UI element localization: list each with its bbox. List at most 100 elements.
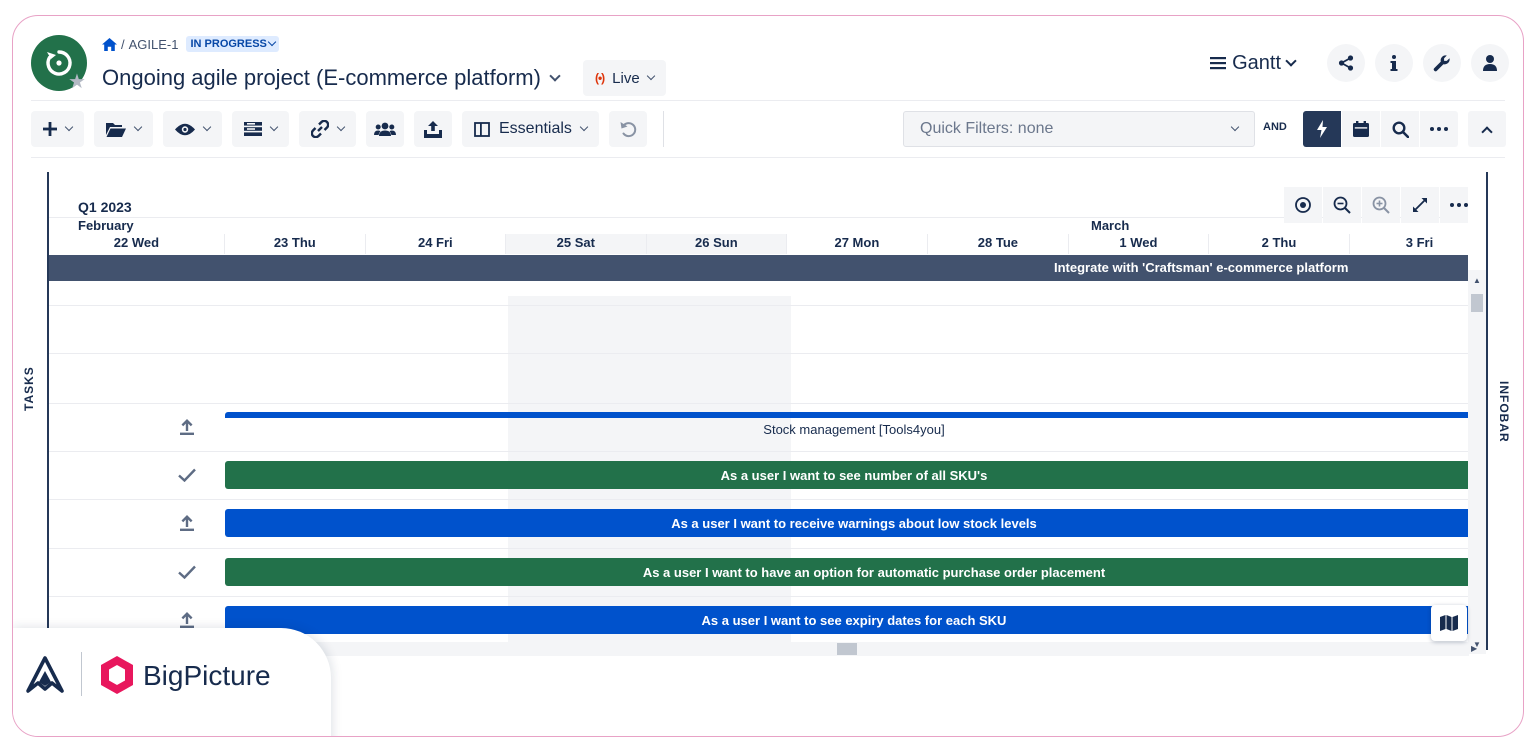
app-frame: ★ / AGILE-1 IN PROGRESS Ongoing agile pr… — [12, 15, 1524, 737]
task-bar-label: As a user I want to receive warnings abo… — [671, 516, 1037, 531]
live-mode-button[interactable]: (•) Live — [582, 60, 666, 96]
visibility-button[interactable] — [163, 111, 222, 147]
scroll-up-arrow-icon[interactable]: ▲ — [1473, 276, 1481, 285]
favorite-star-icon[interactable]: ★ — [66, 71, 88, 93]
row-divider — [49, 353, 1468, 354]
row-divider — [49, 305, 1468, 306]
scrollbar-thumb[interactable] — [837, 643, 857, 655]
minimap-button[interactable] — [1431, 605, 1467, 641]
row-divider — [49, 499, 1468, 500]
scroll-to-today-button[interactable] — [1284, 187, 1322, 223]
more-options-button[interactable] — [1420, 111, 1458, 147]
chevron-down-icon — [646, 71, 655, 81]
task-bar[interactable]: As a user I want to see number of all SK… — [225, 461, 1468, 489]
chevron-down-icon — [1285, 55, 1297, 67]
chevron-down-icon — [269, 122, 279, 132]
undo-button[interactable] — [608, 111, 647, 147]
appfire-logo-icon — [26, 656, 64, 693]
row-type-icon — [177, 513, 197, 533]
zoom-in-icon — [1372, 196, 1390, 214]
rows-icon — [244, 122, 262, 136]
arrow-up-icon — [180, 419, 194, 435]
infobar-panel-toggle[interactable]: INFOBAR — [1497, 381, 1511, 443]
header-actions: Gantt — [1210, 44, 1509, 82]
scrollbar-thumb[interactable] — [1471, 294, 1483, 312]
task-bar[interactable]: As a user I want to see expiry dates for… — [225, 606, 1468, 634]
calendar-button[interactable] — [1342, 111, 1380, 147]
timeline-day: 3 Fri — [1348, 234, 1468, 254]
view-preset-button[interactable]: Essentials — [462, 111, 599, 147]
collapse-header-button[interactable] — [1468, 111, 1506, 147]
quick-filters-select[interactable]: Quick Filters: none — [903, 111, 1255, 147]
timeline-days: 22 Wed 23 Thu 24 Fri 25 Sat 26 Sun 27 Mo… — [49, 234, 1468, 254]
header-divider — [31, 100, 1505, 101]
search-button[interactable] — [1381, 111, 1419, 147]
export-button[interactable] — [414, 111, 452, 147]
undo-icon — [620, 122, 637, 138]
tasks-panel-toggle[interactable]: TASKS — [22, 366, 36, 411]
task-bar[interactable]: As a user I want to receive warnings abo… — [225, 509, 1468, 537]
summary-task-bar[interactable]: Integrate with 'Craftsman' e-commerce pl… — [49, 255, 1468, 281]
chevron-down-icon — [336, 122, 346, 132]
filter-and-toggle[interactable]: AND — [1263, 121, 1287, 133]
zoom-tools — [1284, 187, 1468, 223]
more-horizontal-icon — [1450, 203, 1468, 207]
share-button[interactable] — [1327, 44, 1365, 82]
timeline-day: 25 Sat — [504, 234, 646, 254]
row-divider — [49, 548, 1468, 549]
horizontal-scrollbar[interactable]: ▶ — [303, 642, 1477, 656]
chevron-down-icon — [1230, 122, 1240, 132]
breadcrumb-issue-key[interactable]: AGILE-1 — [129, 37, 179, 52]
gantt-more-button[interactable] — [1440, 187, 1468, 223]
info-icon — [1390, 55, 1398, 71]
timeline-day: 22 Wed — [113, 235, 160, 250]
timeline-day: 28 Tue — [926, 234, 1068, 254]
task-bar[interactable]: As a user I want to have an option for a… — [225, 558, 1468, 586]
row-type-icon — [177, 610, 197, 630]
task-bar-label: As a user I want to have an option for a… — [642, 565, 1106, 580]
breadcrumb: / AGILE-1 IN PROGRESS — [102, 36, 279, 52]
row-type-icon — [177, 562, 197, 582]
epic-task-bar[interactable] — [225, 412, 1468, 418]
summary-task-label: Integrate with 'Craftsman' e-commerce pl… — [1054, 260, 1349, 275]
chevron-down-icon — [267, 37, 277, 47]
brand-name: BigPicture — [143, 660, 271, 691]
view-switcher-button[interactable]: Gantt — [1210, 52, 1297, 75]
row-divider — [49, 596, 1468, 597]
brand-separator — [81, 652, 82, 696]
timeline-day: 1 Wed — [1067, 234, 1208, 254]
open-folder-button[interactable] — [94, 111, 153, 147]
infobar-panel-rail — [1486, 172, 1488, 650]
dependencies-button[interactable] — [299, 111, 356, 147]
scroll-right-arrow-icon[interactable]: ▶ — [1471, 644, 1477, 653]
zoom-out-button[interactable] — [1323, 187, 1361, 223]
fullscreen-button[interactable] — [1401, 187, 1439, 223]
home-icon[interactable] — [102, 37, 117, 51]
columns-icon — [474, 121, 490, 137]
target-icon — [1295, 197, 1311, 213]
chevron-down-icon[interactable] — [549, 70, 561, 82]
info-button[interactable] — [1375, 44, 1413, 82]
row-type-icon — [177, 465, 197, 485]
gantt-chart: Q1 2023 February March 22 Wed 23 Thu 24 … — [49, 172, 1468, 656]
page-title[interactable]: Ongoing agile project (E-commerce platfo… — [102, 65, 541, 91]
rows-layout-button[interactable] — [232, 111, 289, 147]
zoom-in-button[interactable] — [1362, 187, 1400, 223]
timeline-day: 27 Mon — [785, 234, 927, 254]
upload-tray-icon — [424, 120, 442, 138]
user-profile-button[interactable] — [1471, 44, 1509, 82]
add-button[interactable] — [31, 111, 84, 147]
automation-button[interactable] — [1303, 111, 1341, 147]
check-icon — [178, 565, 196, 579]
chevron-down-icon — [133, 122, 143, 132]
timeline-quarter: Q1 2023 — [78, 199, 132, 215]
settings-button[interactable] — [1423, 44, 1461, 82]
share-icon — [1338, 55, 1354, 71]
timeline-day: 26 Sun — [645, 234, 786, 254]
task-bar-label: As a user I want to see expiry dates for… — [701, 613, 1007, 628]
vertical-scrollbar[interactable]: ▲ ▼ — [1468, 270, 1486, 654]
timeline-month: March — [1091, 218, 1130, 233]
status-badge-label: IN PROGRESS — [190, 38, 267, 50]
status-badge[interactable]: IN PROGRESS — [186, 36, 279, 52]
team-button[interactable] — [366, 111, 404, 147]
